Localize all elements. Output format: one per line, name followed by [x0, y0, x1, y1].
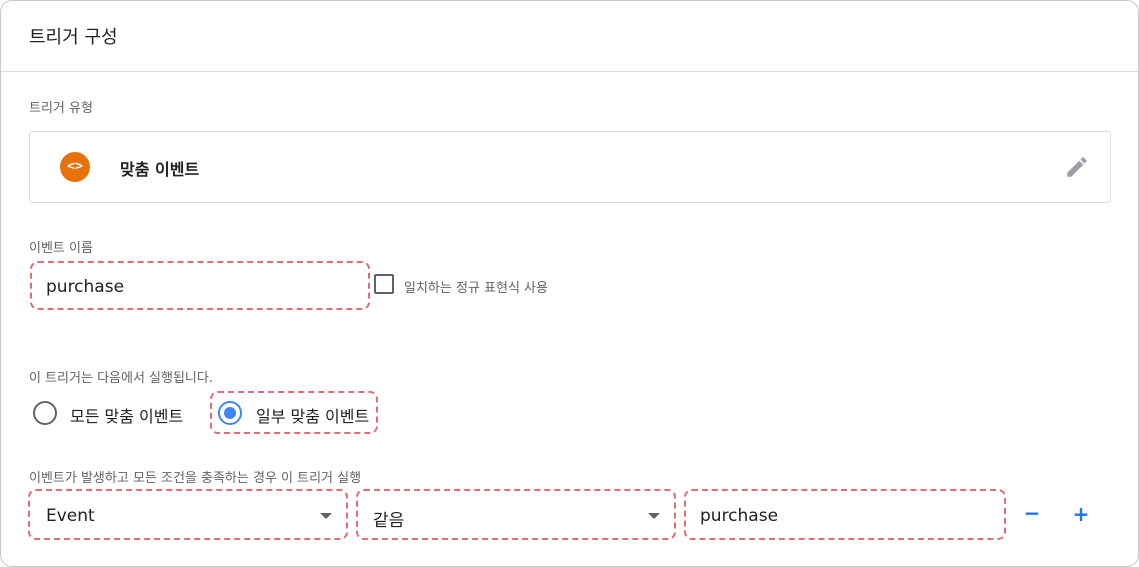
event-name-label: 이벤트 이름	[29, 241, 93, 256]
dropdown-arrow-icon	[648, 513, 660, 519]
radio-all-events-label: 모든 맞춤 이벤트	[70, 407, 184, 426]
condition-label: 이벤트가 발생하고 모든 조건을 충족하는 경우 이 트리거 실행	[29, 471, 362, 486]
fires-on-label: 이 트리거는 다음에서 실행됩니다.	[29, 371, 213, 386]
radio-some-events-label: 일부 맞춤 이벤트	[256, 407, 370, 426]
page-title: 트리거 구성	[29, 27, 118, 48]
variable-select-value: Event	[46, 506, 95, 526]
operator-select[interactable]: 같음	[356, 489, 676, 540]
code-icon: <>	[60, 152, 90, 182]
regex-checkbox-label: 일치하는 정규 표현식 사용	[404, 281, 548, 296]
condition-value-input[interactable]: purchase	[684, 489, 1006, 540]
condition-value: purchase	[700, 506, 779, 526]
event-name-input[interactable]: purchase	[30, 261, 370, 310]
variable-select[interactable]: Event	[28, 489, 348, 540]
trigger-type-label: 트리거 유형	[29, 101, 93, 116]
event-name-value: purchase	[46, 277, 125, 297]
trigger-config-card: 트리거 구성 트리거 유형 <> 맞춤 이벤트 이벤트 이름 purchase …	[0, 0, 1139, 567]
trigger-type-name: 맞춤 이벤트	[120, 160, 200, 179]
radio-selected-dot	[224, 407, 236, 419]
trigger-type-box[interactable]: <> 맞춤 이벤트	[29, 131, 1111, 203]
pencil-icon[interactable]	[1064, 154, 1090, 180]
dropdown-arrow-icon	[320, 513, 332, 519]
operator-select-value: 같음	[373, 511, 405, 531]
regex-checkbox[interactable]	[374, 274, 394, 294]
card-header: 트리거 구성	[1, 1, 1138, 72]
radio-some-events-option[interactable]: 일부 맞춤 이벤트	[210, 391, 378, 434]
remove-condition-button[interactable]: −	[1020, 501, 1044, 525]
add-condition-button[interactable]: +	[1069, 502, 1093, 526]
radio-all-events[interactable]	[33, 401, 57, 425]
radio-some-events[interactable]	[218, 401, 242, 425]
